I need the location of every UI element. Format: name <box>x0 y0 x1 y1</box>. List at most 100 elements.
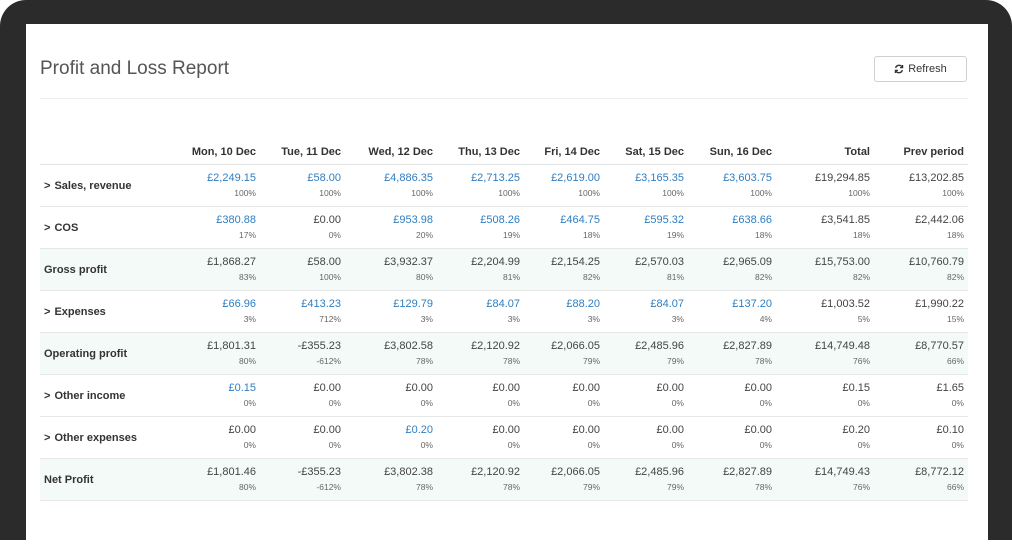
cell-value-link[interactable]: £3,165.35 <box>604 171 684 185</box>
cell-percent: 78% <box>415 482 433 492</box>
table-cell: £413.23 712% <box>260 290 345 333</box>
table-row[interactable]: > Other income £0.15 0% £0.00 0% £0.00 0% £0.00 0… <box>40 374 968 417</box>
chevron-right-icon[interactable]: > <box>44 432 50 444</box>
cell-percent: 82% <box>946 272 964 282</box>
cell-percent: 78% <box>502 356 520 366</box>
cell-percent: 78% <box>754 482 772 492</box>
row-label-text: Gross profit <box>44 263 107 276</box>
row-label[interactable]: > Expenses <box>40 290 180 333</box>
cell-value-link[interactable]: £0.15 <box>180 381 256 395</box>
cell-value-link[interactable]: £2,713.25 <box>437 171 520 185</box>
table-cell: £2,249.15 100% <box>180 164 260 207</box>
table-cell: £0.00 0% <box>688 416 776 459</box>
cell-value-link[interactable]: £58.00 <box>260 171 341 185</box>
cell-percent: 19% <box>502 230 520 240</box>
cell-percent: 100% <box>848 188 870 198</box>
cell-percent: 80% <box>415 272 433 282</box>
cell-value: £15,753.00 <box>814 256 870 268</box>
cell-value-link[interactable]: £84.07 <box>437 297 520 311</box>
table-cell: £58.00 100% <box>260 164 345 207</box>
chevron-right-icon[interactable]: > <box>44 222 50 234</box>
cell-value-link[interactable]: £84.07 <box>604 297 684 311</box>
cell-value-link[interactable]: £3,603.75 <box>688 171 772 185</box>
refresh-button[interactable]: Refresh <box>874 56 967 82</box>
cell-value-link[interactable]: £413.23 <box>260 297 341 311</box>
table-cell: £0.00 0% <box>524 416 604 459</box>
refresh-icon <box>894 64 904 74</box>
cell-value: £3,802.58 <box>384 340 433 352</box>
table-cell: £2,204.99 81% <box>437 248 524 291</box>
cell-percent: 18% <box>946 230 964 240</box>
column-header: Sun, 16 Dec <box>688 140 776 165</box>
table-cell: £13,202.85 100% <box>874 164 968 207</box>
cell-percent: 3% <box>587 314 600 324</box>
row-label-text: Other expenses <box>54 431 137 444</box>
table-cell: £2,570.03 81% <box>604 248 688 291</box>
table-cell: £0.00 0% <box>437 374 524 417</box>
cell-value: £2,120.92 <box>471 340 520 352</box>
cell-percent: 0% <box>328 440 341 450</box>
table-cell: £0.00 0% <box>437 416 524 459</box>
cell-percent: 0% <box>857 440 870 450</box>
table-cell: -£355.23 -612% <box>260 332 345 375</box>
header-divider <box>40 98 968 99</box>
cell-percent: 78% <box>415 356 433 366</box>
cell-percent: 79% <box>666 356 684 366</box>
row-label[interactable]: > Other expenses <box>40 416 180 459</box>
cell-percent: 0% <box>951 440 964 450</box>
table-cell: £2,154.25 82% <box>524 248 604 291</box>
cell-percent: 100% <box>662 188 684 198</box>
cell-percent: 0% <box>759 440 772 450</box>
cell-value-link[interactable]: £0.20 <box>345 423 433 437</box>
cell-value-link[interactable]: £88.20 <box>524 297 600 311</box>
table-row[interactable]: > COS £380.88 17% £0.00 0% £953.98 20% £508.26 19… <box>40 206 968 249</box>
cell-value-link[interactable]: £380.88 <box>180 213 256 227</box>
table-cell: £2,442.06 18% <box>874 206 968 249</box>
cell-percent: 100% <box>498 188 520 198</box>
table-row[interactable]: > Expenses £66.96 3% £413.23 712% £129.79 3% £84… <box>40 290 968 333</box>
table-row[interactable]: > Sales, revenue £2,249.15 100% £58.00 100% £4… <box>40 164 968 207</box>
table-cell: £137.20 4% <box>688 290 776 333</box>
cell-value-link[interactable]: £508.26 <box>437 213 520 227</box>
page-title: Profit and Loss Report <box>40 58 230 79</box>
column-header: Prev period <box>874 140 968 165</box>
chevron-right-icon[interactable]: > <box>44 390 50 402</box>
table-cell: £380.88 17% <box>180 206 260 249</box>
chevron-right-icon[interactable]: > <box>44 306 50 318</box>
cell-value: £1,990.22 <box>915 298 964 310</box>
table-cell: £0.20 0% <box>345 416 437 459</box>
cell-value-link[interactable]: £66.96 <box>180 297 256 311</box>
table-cell: £1,868.27 83% <box>180 248 260 291</box>
cell-percent: 100% <box>319 272 341 282</box>
row-label[interactable]: > Sales, revenue <box>40 164 180 207</box>
cell-value: £1,003.52 <box>821 298 870 310</box>
cell-value-link[interactable]: £129.79 <box>345 297 433 311</box>
cell-value-link[interactable]: £638.66 <box>688 213 772 227</box>
table-cell: £0.00 0% <box>260 416 345 459</box>
cell-value-link[interactable]: £953.98 <box>345 213 433 227</box>
row-label[interactable]: > COS <box>40 206 180 249</box>
cell-value-link[interactable]: £4,886.35 <box>345 171 433 185</box>
table-cell: £638.66 18% <box>688 206 776 249</box>
table-cell: £508.26 19% <box>437 206 524 249</box>
cell-value-link[interactable]: £595.32 <box>604 213 684 227</box>
cell-percent: 18% <box>852 230 870 240</box>
cell-value: £1.65 <box>936 382 964 394</box>
table-row: Operating profit £1,801.31 80% -£355.23 -612… <box>40 332 968 375</box>
row-label[interactable]: > Other income <box>40 374 180 417</box>
table-cell: £0.00 0% <box>604 374 688 417</box>
cell-percent: 0% <box>671 398 684 408</box>
table-cell: £2,120.92 78% <box>437 332 524 375</box>
cell-value-link[interactable]: £2,249.15 <box>180 171 256 185</box>
table-row[interactable]: > Other expenses £0.00 0% £0.00 0% £0.20 0% £0.0… <box>40 416 968 459</box>
chevron-right-icon[interactable]: > <box>44 180 50 192</box>
cell-value: £2,965.09 <box>723 256 772 268</box>
cell-value-link[interactable]: £2,619.00 <box>524 171 600 185</box>
cell-value: £10,760.79 <box>908 256 964 268</box>
cell-value-link[interactable]: £137.20 <box>688 297 772 311</box>
table-cell: £464.75 18% <box>524 206 604 249</box>
row-label-text: Net Profit <box>44 473 94 486</box>
cell-value-link[interactable]: £464.75 <box>524 213 600 227</box>
table-cell: £1,801.46 80% <box>180 458 260 501</box>
cell-percent: 0% <box>243 398 256 408</box>
